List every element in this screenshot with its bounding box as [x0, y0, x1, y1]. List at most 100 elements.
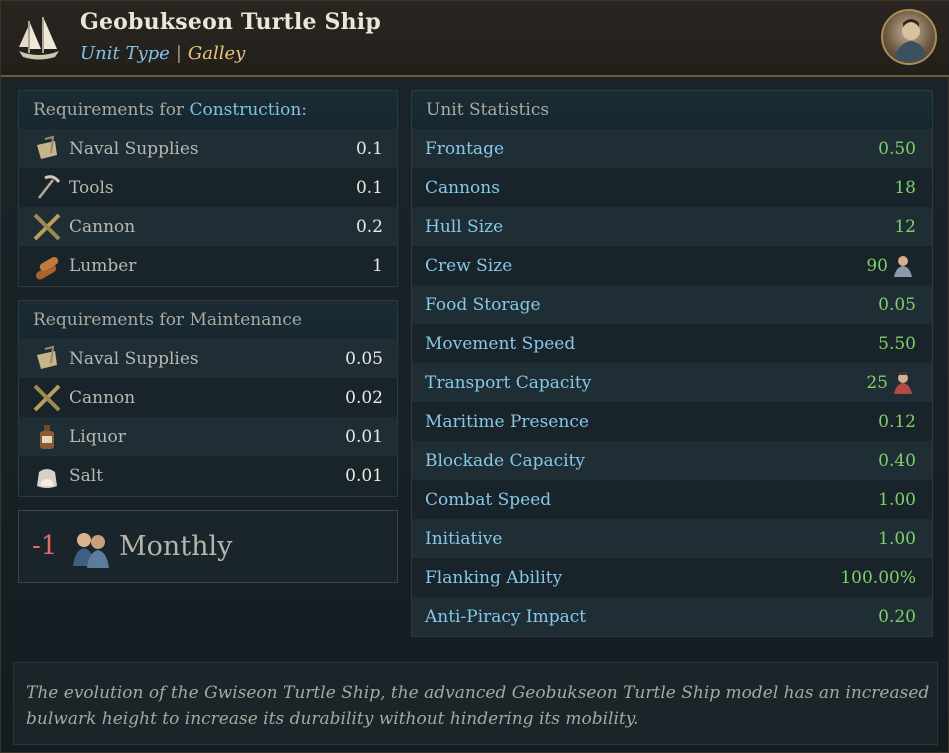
- stat-row-anti-piracy-impact[interactable]: Anti-Piracy Impact 0.20: [412, 597, 932, 636]
- stat-label: Flanking Ability: [425, 567, 563, 588]
- stat-label: Movement Speed: [425, 333, 576, 354]
- stat-row-maritime-presence[interactable]: Maritime Presence 0.12: [412, 402, 932, 441]
- stat-value-with-icon: 25: [866, 370, 916, 396]
- monthly-manpower-cost[interactable]: -1 Monthly: [18, 510, 398, 583]
- stat-value: 0.50: [878, 138, 916, 159]
- stat-value-with-icon: 90: [866, 253, 916, 279]
- stat-label: Maritime Presence: [425, 411, 589, 432]
- cannon-icon: [33, 213, 61, 240]
- stat-row-combat-speed[interactable]: Combat Speed 1.00: [412, 480, 932, 519]
- resource-label: Naval Supplies: [69, 348, 199, 369]
- unit-tooltip-window: Geobukseon Turtle Ship Unit Type | Galley …: [0, 0, 949, 753]
- stat-value: 25: [866, 372, 888, 393]
- resource-label: Naval Supplies: [69, 138, 199, 159]
- sailing-ship-icon: [19, 17, 59, 60]
- resource-value: 0.2: [355, 216, 383, 237]
- stat-label: Food Storage: [425, 294, 541, 315]
- stat-row-flanking-ability[interactable]: Flanking Ability 100.00%: [412, 558, 932, 597]
- unit-subtitle: Unit Type | Galley: [80, 43, 245, 64]
- stat-value: 0.20: [878, 606, 916, 627]
- construction-row-lumber[interactable]: Lumber 1: [19, 246, 397, 285]
- stat-value: 90: [866, 255, 888, 276]
- stat-row-transport-capacity[interactable]: Transport Capacity 25: [412, 363, 932, 402]
- tooltip-header: Geobukseon Turtle Ship Unit Type | Galley: [1, 1, 949, 77]
- stat-value: 1.00: [878, 528, 916, 549]
- stat-row-blockade-capacity[interactable]: Blockade Capacity 0.40: [412, 441, 932, 480]
- cannon-icon: [33, 384, 61, 411]
- resource-value: 0.1: [355, 138, 383, 159]
- salt-icon: [37, 468, 57, 488]
- subtitle-separator: |: [175, 43, 182, 64]
- advisor-portrait[interactable]: [881, 9, 937, 65]
- resource-value: 0.02: [345, 387, 383, 408]
- unit-title: Geobukseon Turtle Ship: [80, 9, 381, 35]
- unit-statistics-panel: Unit Statistics Frontage 0.50 Cannons 18…: [411, 90, 933, 637]
- stat-row-frontage[interactable]: Frontage 0.50: [412, 129, 932, 168]
- monthly-label: Monthly: [119, 531, 233, 562]
- stat-label: Combat Speed: [425, 489, 552, 510]
- statistics-panel-heading: Unit Statistics: [412, 91, 932, 129]
- stat-value: 12: [894, 216, 916, 237]
- construction-row-tools[interactable]: Tools 0.1: [19, 168, 397, 207]
- unit-description: The evolution of the Gwiseon Turtle Ship…: [13, 662, 938, 745]
- heading-prefix: Requirements for: [33, 100, 190, 120]
- construction-row-cannon[interactable]: Cannon 0.2: [19, 207, 397, 246]
- construction-link[interactable]: Construction: [189, 100, 301, 120]
- stat-row-hull-size[interactable]: Hull Size 12: [412, 207, 932, 246]
- stat-label: Frontage: [425, 138, 505, 159]
- resource-value: 0.01: [345, 426, 383, 447]
- crew-icon: [894, 255, 912, 277]
- construction-panel-heading: Requirements for Construction:: [19, 91, 397, 129]
- stat-row-food-storage[interactable]: Food Storage 0.05: [412, 285, 932, 324]
- maintenance-row-liquor[interactable]: Liquor 0.01: [19, 417, 397, 456]
- stat-row-movement-speed[interactable]: Movement Speed 5.50: [412, 324, 932, 363]
- troops-icon: [894, 371, 912, 394]
- liquor-icon: [40, 424, 54, 449]
- stat-label: Initiative: [425, 528, 503, 549]
- monthly-value: -1: [32, 531, 58, 561]
- naval-supplies-icon: [37, 345, 57, 369]
- stat-row-crew-size[interactable]: Crew Size 90: [412, 246, 932, 285]
- stat-value: 100.00%: [840, 567, 916, 588]
- resource-label: Tools: [69, 177, 114, 198]
- maintenance-panel-heading: Requirements for Maintenance: [19, 301, 397, 339]
- resource-label: Cannon: [69, 387, 136, 408]
- stat-value: 1.00: [878, 489, 916, 510]
- resource-value: 1: [372, 255, 383, 276]
- stat-label: Transport Capacity: [425, 372, 592, 393]
- stat-row-initiative[interactable]: Initiative 1.00: [412, 519, 932, 558]
- maintenance-requirements-panel: Requirements for Maintenance Naval Suppl…: [18, 300, 398, 497]
- resource-label: Cannon: [69, 216, 136, 237]
- resource-label: Lumber: [69, 255, 137, 276]
- stat-row-cannons[interactable]: Cannons 18: [412, 168, 932, 207]
- resource-label: Liquor: [69, 426, 126, 447]
- lumber-icon: [35, 256, 59, 279]
- stat-value: 0.12: [878, 411, 916, 432]
- resource-value: 0.1: [355, 177, 383, 198]
- tools-icon: [38, 174, 61, 199]
- stat-label: Anti-Piracy Impact: [425, 606, 587, 627]
- description-line: bulwark height to increase its durabilit…: [26, 709, 639, 729]
- maintenance-row-naval-supplies[interactable]: Naval Supplies 0.05: [19, 339, 397, 378]
- unit-class-link[interactable]: Galley: [188, 43, 245, 64]
- stat-label: Hull Size: [425, 216, 504, 237]
- stat-value: 18: [894, 177, 916, 198]
- resource-value: 0.05: [345, 348, 383, 369]
- maintenance-row-salt[interactable]: Salt 0.01: [19, 456, 397, 495]
- population-icon: [73, 533, 109, 568]
- stat-value: 5.50: [878, 333, 916, 354]
- naval-supplies-icon: [37, 135, 57, 159]
- description-line: The evolution of the Gwiseon Turtle Ship…: [26, 683, 930, 703]
- stat-value: 0.40: [878, 450, 916, 471]
- unit-type-link[interactable]: Unit Type: [80, 43, 170, 64]
- heading-suffix: :: [301, 100, 307, 120]
- stat-label: Blockade Capacity: [425, 450, 586, 471]
- resource-label: Salt: [69, 465, 104, 486]
- stat-label: Crew Size: [425, 255, 513, 276]
- person-icon: [895, 19, 927, 61]
- maintenance-row-cannon[interactable]: Cannon 0.02: [19, 378, 397, 417]
- construction-requirements-panel: Requirements for Construction: Naval Sup…: [18, 90, 398, 287]
- construction-row-naval-supplies[interactable]: Naval Supplies 0.1: [19, 129, 397, 168]
- stat-label: Cannons: [425, 177, 500, 198]
- stat-value: 0.05: [878, 294, 916, 315]
